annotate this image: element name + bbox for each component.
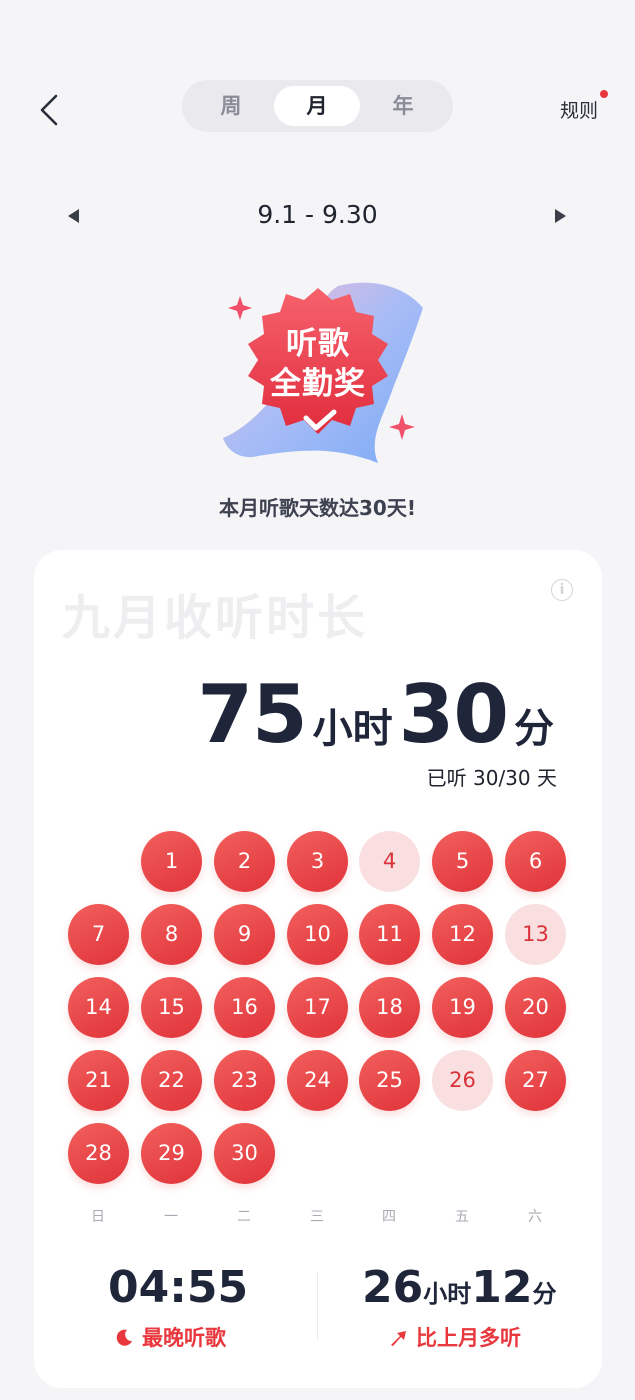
calendar-day[interactable]: 25 (359, 1050, 420, 1111)
more-hours-value: 26 (362, 1262, 424, 1313)
weekday-label: 一 (164, 1209, 178, 1225)
stats-divider (317, 1272, 318, 1340)
weekday-label: 三 (310, 1209, 324, 1225)
total-listening-time: 75 小时30 分 (197, 668, 560, 761)
more-than-last-month: 26小时12分 (362, 1262, 556, 1313)
calendar-day[interactable]: 7 (68, 904, 129, 965)
date-range: 9.1 - 9.30 (257, 200, 378, 229)
more-minutes-unit: 分 (532, 1280, 557, 1308)
calendar-day[interactable]: 5 (432, 831, 493, 892)
period-segmented-control: 周 月 年 (182, 80, 453, 132)
calendar-day[interactable]: 20 (505, 977, 566, 1038)
calendar-day[interactable]: 2 (214, 831, 275, 892)
calendar-day[interactable]: 10 (287, 904, 348, 965)
more-listen-label: 比上月多听 (388, 1322, 521, 1352)
calendar-day[interactable]: 30 (214, 1123, 275, 1184)
total-hours: 75 (197, 668, 307, 761)
calendar-day[interactable]: 21 (68, 1050, 129, 1111)
calendar-day[interactable]: 16 (214, 977, 275, 1038)
back-chevron-icon[interactable] (34, 92, 66, 128)
calendar-day[interactable]: 28 (68, 1123, 129, 1184)
tab-month[interactable]: 月 (274, 86, 360, 126)
badge-line2: 全勤奖 (270, 366, 366, 402)
calendar-day[interactable]: 4 (359, 831, 420, 892)
weekday-label: 四 (382, 1209, 396, 1225)
hours-unit: 小时 (312, 706, 393, 752)
triangle-right-icon[interactable] (555, 209, 566, 223)
calendar-day[interactable]: 19 (432, 977, 493, 1038)
calendar-day[interactable]: 12 (432, 904, 493, 965)
more-hours-unit: 小时 (423, 1280, 472, 1308)
more-minutes-value: 12 (471, 1262, 533, 1313)
calendar-day[interactable]: 11 (359, 904, 420, 965)
badge-label: 听歌 全勤奖 (238, 324, 398, 404)
calendar-day[interactable]: 3 (287, 831, 348, 892)
weekday-label: 六 (528, 1209, 542, 1225)
calendar-day[interactable]: 9 (214, 904, 275, 965)
days-listened: 已听 30/30 天 (426, 766, 557, 790)
latest-label-text: 最晚听歌 (142, 1326, 226, 1350)
calendar-day[interactable]: 15 (141, 977, 202, 1038)
latest-listen-label: 最晚听歌 (114, 1322, 226, 1352)
calendar-day[interactable]: 18 (359, 977, 420, 1038)
notification-dot (600, 90, 608, 98)
calendar-day[interactable]: 1 (141, 831, 202, 892)
card-title: 九月收听时长 (62, 590, 369, 646)
latest-time-value: 04:55 (108, 1262, 249, 1313)
calendar-day[interactable]: 26 (432, 1050, 493, 1111)
calendar-day[interactable]: 29 (141, 1123, 202, 1184)
calendar-day[interactable]: 23 (214, 1050, 275, 1111)
rules-link[interactable]: 规则 (560, 96, 598, 123)
award-description: 本月听歌天数达30天! (219, 496, 416, 520)
total-minutes: 30 (398, 668, 509, 761)
latest-listen-time: 04:55 (108, 1262, 248, 1313)
calendar-day[interactable]: 6 (505, 831, 566, 892)
calendar-day[interactable]: 14 (68, 977, 129, 1038)
calendar-day[interactable]: 24 (287, 1050, 348, 1111)
calendar-day[interactable]: 22 (141, 1050, 202, 1111)
badge-line1: 听歌 (286, 326, 350, 362)
weekday-label: 日 (91, 1209, 105, 1225)
tab-week[interactable]: 周 (188, 86, 274, 126)
info-icon[interactable]: i (551, 579, 573, 601)
more-label-text: 比上月多听 (416, 1326, 521, 1350)
tab-year[interactable]: 年 (360, 86, 446, 126)
moon-icon (116, 1329, 132, 1346)
trend-up-arrow-icon (391, 1331, 406, 1346)
weekday-label: 五 (455, 1209, 469, 1225)
calendar-day[interactable]: 27 (505, 1050, 566, 1111)
calendar-day[interactable]: 17 (287, 977, 348, 1038)
weekday-label: 二 (237, 1209, 251, 1225)
calendar-day[interactable]: 8 (141, 904, 202, 965)
minutes-unit: 分 (514, 706, 554, 752)
calendar-day[interactable]: 13 (505, 904, 566, 965)
